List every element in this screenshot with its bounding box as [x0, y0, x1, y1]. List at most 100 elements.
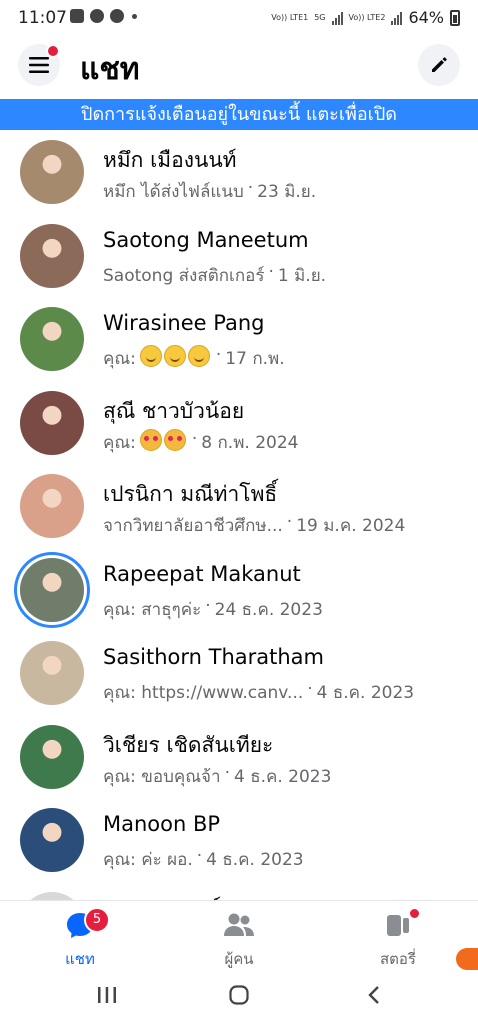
menu-button[interactable]	[18, 44, 60, 86]
home-icon[interactable]	[228, 984, 250, 1006]
avatar	[20, 724, 84, 789]
preview-text: จากวิทยาลัยอาชีวศึกษ...	[103, 516, 283, 536]
message-preview: คุณ: สาธุๆค่ะ · 24 ธ.ค. 2023	[103, 596, 323, 623]
chat-row[interactable]: Wirasinee Pang คุณ: · 17 ก.พ.	[0, 301, 478, 385]
emoji-group	[139, 345, 212, 372]
separator-dot: ·	[191, 428, 198, 449]
smile-emoji-icon	[139, 345, 162, 367]
message-preview: คุณ: · 8 ก.พ. 2024	[103, 428, 299, 456]
separator-dot: ·	[215, 345, 222, 365]
message-preview: คุณ: ค่ะ ผอ. · 4 ธ.ค. 2023	[103, 846, 304, 873]
emoji-group	[139, 428, 188, 456]
pencil-icon	[432, 57, 447, 72]
chat-row[interactable]: Rapeepat Makanut คุณ: สาธุๆค่ะ · 24 ธ.ค. 20…	[0, 552, 478, 636]
message-preview: Saotong ส่งสติกเกอร์ · 1 มิ.ย.	[103, 262, 326, 289]
chat-row[interactable]: สุณี ชาวบัวน้อย คุณ: · 8 ก.พ. 2024	[0, 385, 478, 469]
message-preview: คุณ: https://www.canv... · 4 ธ.ค. 2023	[103, 679, 414, 706]
tab-stories-label: สตอรี่	[380, 950, 416, 968]
bottom-navigation: 5 แชท ผู้คน สตอรี่	[0, 900, 478, 971]
chat-row[interactable]: เปรนิกา มณีท่าโพธิ์ จากวิทยาลัยอาชีวศึกษ.…	[0, 468, 478, 552]
chat-row[interactable]: Manoon BP คุณ: ค่ะ ผอ. · 4 ธ.ค. 2023	[0, 802, 478, 886]
chat-row[interactable]: Sasithorn Tharatham คุณ: https://www.canv…	[0, 635, 478, 719]
preview-text: หมึก ได้ส่งไฟล์แนบ	[103, 182, 244, 202]
avatar	[20, 474, 84, 538]
stories-icon	[387, 915, 409, 936]
smile-emoji-icon	[187, 345, 210, 367]
avatar	[20, 307, 84, 371]
avatar	[20, 140, 84, 204]
chat-list: หมึก เมืองนนท์ หมึก ได้ส่งไฟล์แนบ · 23 มิ.ย…	[0, 130, 478, 900]
heart-eyes-emoji-icon	[163, 428, 186, 451]
battery-percent: 64%	[408, 8, 444, 27]
message-time: 23 มิ.ย.	[257, 182, 317, 202]
people-icon	[224, 913, 254, 936]
status-bar: 11:07 Vo)) LTE1 5G Vo)) LTE2 64%	[0, 0, 478, 36]
message-preview: คุณ: ขอบคุณจ้า · 4 ธ.ค. 2023	[103, 763, 331, 790]
message-preview: คุณ: · 17 ก.พ.	[103, 345, 285, 372]
recent-apps-icon[interactable]	[96, 984, 118, 1006]
message-preview: จากวิทยาลัยอาชีวศึกษ... · 19 ม.ค. 2024	[103, 512, 405, 539]
chat-row[interactable]: หมึก เมืองนนท์หมึก ได้ส่งไฟล์แนบ · 23 มิ.ย…	[0, 134, 478, 218]
status-right: Vo)) LTE1 5G Vo)) LTE2 64%	[271, 8, 460, 27]
notifications-off-banner[interactable]: ปิดการแจ้งเตือนอยู่ในขณะนี้ แตะเพื่อเปิด	[0, 99, 478, 130]
preview-text: คุณ:	[103, 349, 136, 369]
system-navigation-bar	[0, 970, 478, 1024]
tab-people[interactable]: ผู้คน	[189, 911, 289, 971]
separator-dot: ·	[224, 762, 230, 783]
message-preview: หมึก ได้ส่งไฟล์แนบ · 23 มิ.ย.	[103, 178, 316, 205]
stories-notification-dot	[410, 909, 419, 918]
compose-button[interactable]	[418, 44, 460, 86]
contact-name: Saotong Maneetum	[103, 227, 309, 252]
message-time: 17 ก.พ.	[225, 349, 285, 369]
message-time: 4 ธ.ค. 2023	[233, 766, 332, 787]
message-time: 24 ธ.ค. 2023	[214, 599, 323, 620]
separator-dot: ·	[196, 846, 203, 866]
message-time: 19 ม.ค. 2024	[296, 516, 406, 536]
lte2-label: Vo)) LTE2	[348, 12, 386, 22]
signal-icon	[331, 11, 343, 25]
message-time: 1 มิ.ย.	[277, 265, 327, 286]
contact-name: Sasithorn Tharatham	[103, 645, 324, 669]
chat-row[interactable]: วิเชียร เชิดสันเทียะคุณ: ขอบคุณจ้า · 4 ธ.ค…	[0, 719, 478, 803]
separator-dot: ·	[286, 512, 293, 532]
contact-name: วิเชียร เชิดสันเทียะ	[103, 732, 274, 757]
tab-chats-label: แชท	[65, 950, 95, 968]
separator-dot: ·	[247, 178, 254, 198]
back-icon[interactable]	[364, 984, 386, 1006]
preview-text: คุณ: สาธุๆค่ะ	[103, 599, 202, 620]
notification-icons	[70, 9, 137, 23]
app-header: แชท	[0, 36, 478, 98]
preview-text: คุณ:	[103, 432, 136, 453]
message-time: 4 ธ.ค. 2023	[316, 683, 415, 703]
avatar	[20, 641, 84, 705]
hamburger-icon	[29, 57, 49, 73]
separator-dot: ·	[205, 595, 211, 616]
network-label: 5G	[314, 12, 326, 22]
preview-text: คุณ: ค่ะ ผอ.	[103, 850, 193, 870]
avatar	[20, 891, 84, 900]
contact-name: Rapeepat Makanut	[103, 561, 301, 586]
chat-row[interactable]: ...น สุระสิทธิ์	[0, 886, 478, 900]
tab-chats[interactable]: 5 แชท	[30, 907, 130, 971]
menu-notification-dot	[46, 44, 60, 58]
avatar	[20, 390, 84, 455]
avatar	[20, 808, 84, 872]
floating-bubble-icon[interactable]	[456, 948, 478, 970]
line-icon	[110, 9, 124, 23]
message-time: 8 ก.พ. 2024	[201, 432, 299, 453]
smile-emoji-icon	[163, 345, 186, 367]
contact-name: Manoon BP	[103, 812, 221, 836]
avatar	[20, 223, 84, 288]
status-time: 11:07	[18, 8, 67, 28]
contact-name: หมึก เมืองนนท์	[103, 148, 237, 172]
facebook-icon	[90, 9, 104, 23]
signal-icon-2	[391, 11, 403, 25]
gallery-icon	[70, 9, 84, 23]
tab-stories[interactable]: สตอรี่	[348, 909, 448, 971]
preview-text: Saotong ส่งสติกเกอร์	[103, 265, 265, 286]
separator-dot: ·	[268, 261, 274, 282]
chat-row[interactable]: Saotong Maneetum Saotong ส่งสติกเกอร์ · 1 ม…	[0, 218, 478, 302]
contact-name: Wirasinee Pang	[103, 311, 265, 335]
battery-icon	[450, 9, 460, 26]
heart-eyes-emoji-icon	[139, 428, 162, 451]
